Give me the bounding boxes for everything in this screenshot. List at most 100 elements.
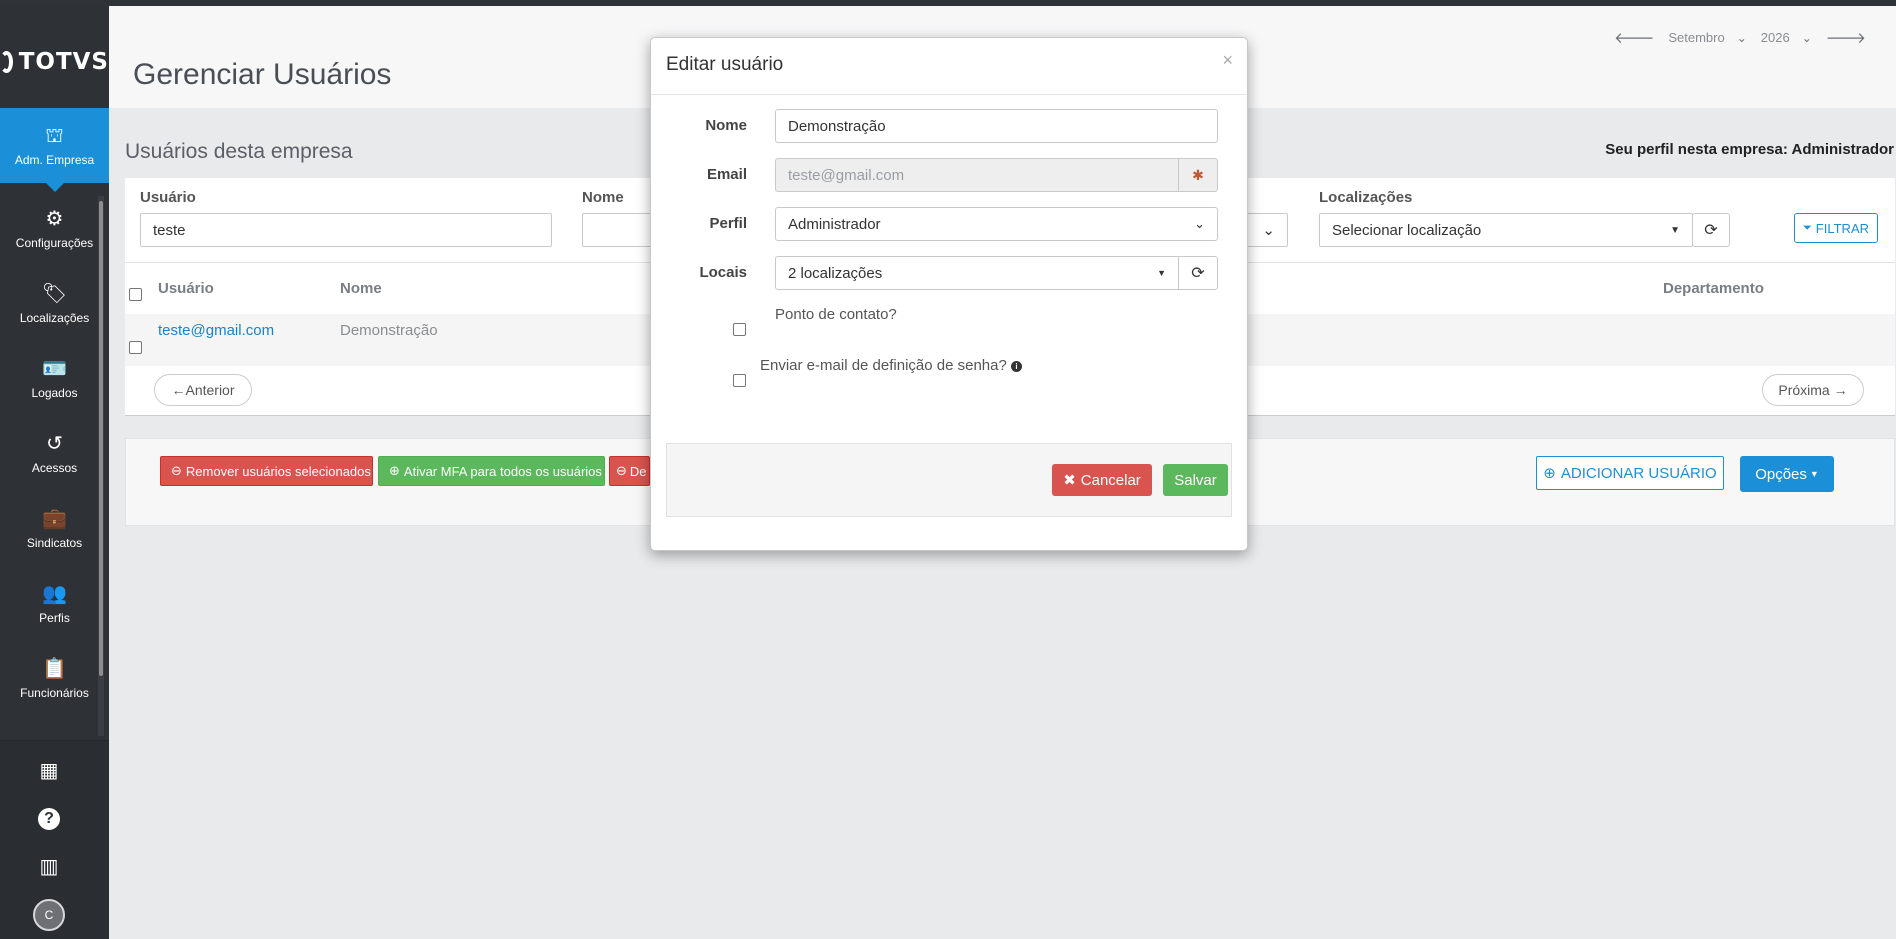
refresh-icon: ⟳ [1191,265,1205,282]
caret-down-icon: ▼ [1809,469,1819,479]
cancel-button[interactable]: ✖ Cancelar [1052,464,1152,496]
sidebar-item-label: Funcionários [20,685,89,700]
locations-filter-value: Selecionar localização [1332,221,1482,239]
cancel-label: Cancelar [1080,471,1141,489]
date-navigator: 🡐 Setembro ⌄ 2026 ⌄ 🡒 [1614,28,1866,47]
year-select[interactable]: 2026 ⌄ [1761,30,1812,45]
avatar[interactable]: C [33,899,65,931]
sidebar-item-label: Configurações [15,235,94,250]
plus-circle-icon: ⊕ [1543,465,1556,482]
locations-filter-select[interactable]: Selecionar localização ▼ [1319,213,1693,247]
sidebar-item-logados[interactable]: 🪪 Logados [0,341,109,416]
chevron-down-icon: ⌄ [1262,222,1275,239]
next-page-button[interactable]: Próxima → [1762,374,1864,406]
briefcase-icon: 💼 [42,507,67,530]
close-icon[interactable]: × [1222,50,1233,71]
add-user-button[interactable]: ⊕ ADICIONAR USUÁRIO [1536,456,1724,490]
filter-button-label: FILTRAR [1815,220,1870,236]
email-field[interactable]: teste@gmail.com [775,158,1179,192]
row-checkbox[interactable] [129,341,142,354]
year-value: 2026 [1760,30,1790,45]
refresh-locals-button[interactable]: ⟳ [1178,256,1218,290]
column-header-department[interactable]: Departamento [1663,280,1764,297]
locals-field-label: Locais [699,264,747,281]
send-password-email-checkbox[interactable] [733,374,746,387]
filter-button[interactable]: ⏷ FILTRAR [1794,213,1878,243]
help-glyph: ? [38,808,60,830]
sidebar-item-funcionarios[interactable]: 📋 Funcionários [0,641,109,716]
profile-select-value: Administrador [788,215,881,233]
email-field-label: Email [706,166,747,183]
chevron-down-icon: ⌄ [1736,30,1747,45]
contact-point-label: Ponto de contato? [775,306,897,323]
users-icon: 👥 [42,582,67,605]
profile-label: Seu perfil nesta empresa: [1605,141,1788,158]
enable-mfa-label: Ativar MFA para todos os usuários [403,463,602,479]
close-x-icon: ✖ [1063,472,1076,489]
sidebar: TOTVS ⛫ Adm. Empresa ⚙ Configurações 🏷 L… [0,6,109,939]
totvs-logo[interactable]: TOTVS [0,42,109,82]
save-button[interactable]: Salvar [1163,464,1228,496]
profile-select[interactable]: Administrador ⌄ [775,207,1218,241]
help-icon[interactable]: ? [0,806,98,830]
profile-field-label: Perfil [709,215,747,232]
month-select[interactable]: Setembro ⌄ [1668,30,1746,45]
sidebar-item-label: Localizações [19,310,90,325]
sidebar-item-acessos[interactable]: ↺ Acessos [0,416,109,491]
name-field[interactable]: Demonstração [775,109,1218,143]
add-user-label: ADICIONAR USUÁRIO [1560,464,1717,482]
info-icon[interactable]: i [1011,360,1022,372]
sidebar-item-label: Sindicatos [26,535,83,550]
refresh-icon: ⟳ [1704,222,1718,239]
grid-apps-icon[interactable]: ▦ [0,758,98,783]
modal-title: Editar usuário [666,54,784,75]
sidebar-scrollbar[interactable] [99,201,103,676]
caret-down-icon: ▼ [1670,224,1680,236]
arrow-left-icon[interactable]: 🡐 [1614,28,1654,47]
locals-select[interactable]: 2 localizações ▼ [775,256,1179,290]
send-password-email-text: Enviar e-mail de definição de senha? [760,357,1007,374]
sidebar-item-localizacoes[interactable]: 🏷 Localizações [0,266,109,341]
select-all-checkbox[interactable] [129,288,142,301]
modal-footer: ✖ Cancelar Salvar [666,443,1232,517]
send-password-email-label: Enviar e-mail de definição de senha? i [760,357,1022,374]
page-title: Gerenciar Usuários [133,58,392,91]
minus-circle-icon: ⊖ [171,463,182,478]
user-email-link[interactable]: teste@gmail.com [158,322,274,339]
sidebar-item-configuracoes[interactable]: ⚙ Configurações [0,191,109,266]
profile-value: Administrador [1791,141,1894,158]
building-gear-icon: ⛫ [45,124,64,147]
chevron-down-icon: ⌄ [1194,216,1205,231]
remove-selected-users-button[interactable]: ⊖ Remover usuários selecionados [160,456,373,486]
month-value: Setembro [1668,30,1725,45]
funnel-icon: ⏷ [1802,221,1812,234]
options-button[interactable]: Opções ▼ [1740,456,1834,492]
logo-text: TOTVS [18,49,109,75]
clipboard-user-icon: 📋 [42,657,67,680]
locations-filter-label: Localizações [1319,189,1413,206]
minus-circle-icon: ⊖ [616,463,627,478]
refresh-locations-button[interactable]: ⟳ [1692,213,1730,247]
plus-circle-icon: ⊕ [389,463,400,478]
sidebar-item-adm-empresa[interactable]: ⛫ Adm. Empresa [0,108,109,192]
disable-button-partial[interactable]: ⊖ De [609,456,650,486]
user-filter-input[interactable]: teste [140,213,552,247]
sidebar-item-perfis[interactable]: 👥 Perfis [0,566,109,641]
totvs-logo-icon [0,51,13,73]
column-header-user[interactable]: Usuário [158,280,214,297]
profile-info: Seu perfil nesta empresa: Administrador [1605,141,1894,158]
user-filter-label: Usuário [140,189,196,206]
arrow-right-icon[interactable]: 🡒 [1826,28,1866,47]
sidebar-item-sindicatos[interactable]: 💼 Sindicatos [0,491,109,566]
tag-icon: 🏷 [41,282,68,305]
sidebar-item-label: Adm. Empresa [14,152,95,167]
section-title: Usuários desta empresa [125,140,353,163]
edit-user-modal: Editar usuário × Nome Demonstração Email… [650,37,1248,551]
modal-divider [651,94,1247,95]
contact-point-checkbox[interactable] [733,323,746,336]
company-icon[interactable]: ▥ [0,854,98,879]
prev-page-button[interactable]: ←Anterior [154,374,252,406]
disable-button-label: De [629,463,647,479]
enable-mfa-button[interactable]: ⊕ Ativar MFA para todos os usuários [378,456,605,486]
column-header-name[interactable]: Nome [340,280,382,297]
